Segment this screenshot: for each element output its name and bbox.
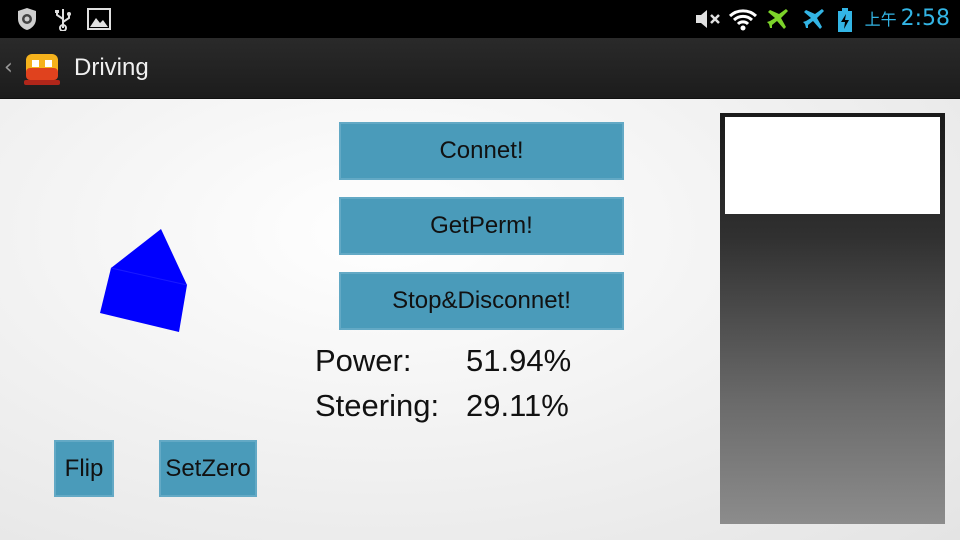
wifi-icon [728,7,758,35]
status-bar: 上午 2:58 [0,0,960,38]
action-bar: ‹ Driving [0,38,960,99]
house-arrow-icon [100,229,188,332]
steering-label: Steering: [315,388,440,423]
mute-icon [693,7,721,35]
camera-preview-panel [720,113,945,524]
airplane-icon [766,7,792,35]
flip-button[interactable]: Flip [54,440,114,497]
power-label: Power: [315,343,412,378]
airplane-icon [802,7,828,35]
shield-icon [15,7,39,35]
main-content: Connet! GetPerm! Stop&Disconnet! Power: … [0,99,960,540]
image-icon [86,7,112,35]
clock-ampm: 上午 [864,10,897,29]
battery-charging-icon [836,7,854,37]
get-permission-button[interactable]: GetPerm! [339,197,624,255]
page-title: Driving [74,54,149,81]
set-zero-button[interactable]: SetZero [159,440,257,497]
clock: 上午 2:58 [865,6,950,32]
car-icon[interactable] [22,48,62,92]
clock-time: 2:58 [900,6,950,31]
stop-disconnect-button[interactable]: Stop&Disconnet! [339,272,624,330]
power-value: 51.94% [466,343,572,378]
usb-icon [54,7,72,35]
steering-value: 29.11% [466,388,569,423]
back-caret-icon[interactable]: ‹ [4,55,13,80]
preview-header-area [725,117,940,214]
connect-button[interactable]: Connet! [339,122,624,180]
